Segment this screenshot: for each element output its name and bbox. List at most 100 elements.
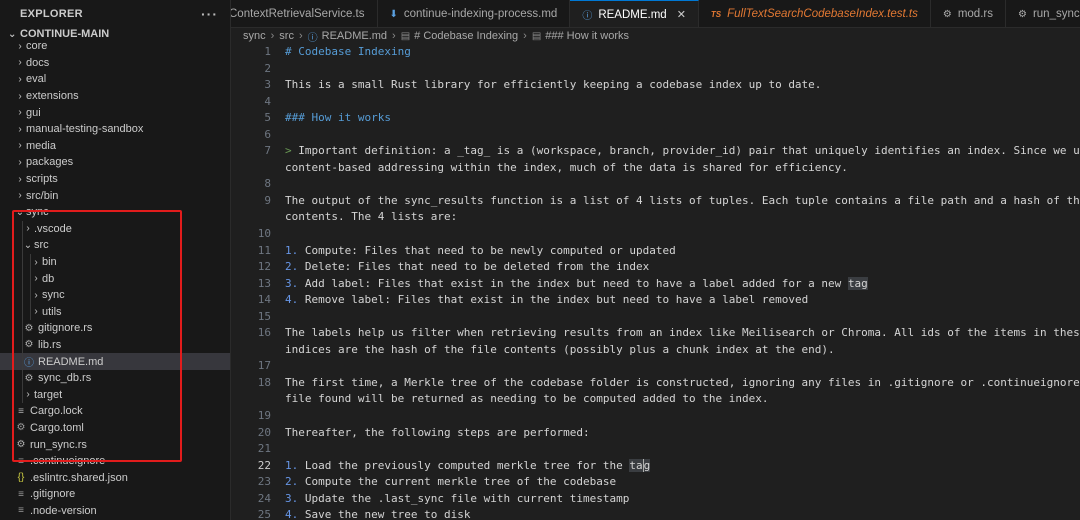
- tree-item-vscode[interactable]: › .vscode: [0, 220, 230, 238]
- list-number: 3.: [285, 276, 299, 290]
- breadcrumb-item[interactable]: sync: [243, 30, 266, 42]
- tree-item-scripts[interactable]: › scripts: [0, 171, 230, 188]
- text-file-icon: ≡: [18, 505, 24, 517]
- tab-label: mod.rs: [957, 8, 993, 20]
- tree-item-core[interactable]: › core: [0, 38, 230, 55]
- json-file-icon: {}: [17, 472, 25, 484]
- tree-item-bin[interactable]: › bin: [0, 253, 230, 271]
- tree-item-packages[interactable]: › packages: [0, 154, 230, 171]
- word-highlight: ta: [629, 458, 643, 472]
- list-number: 4.: [285, 508, 299, 520]
- tab-contextretrievalservice-ts[interactable]: ContextRetrievalService.ts: [231, 0, 378, 27]
- line-number: 17: [257, 359, 271, 373]
- tree-item-utils[interactable]: › utils: [0, 303, 230, 321]
- breadcrumb-item[interactable]: README.md: [322, 30, 387, 42]
- tree-item-node-version[interactable]: ≡ .node-version: [0, 503, 230, 520]
- rust-icon: ⚙: [1017, 8, 1027, 20]
- tab-readme-md[interactable]: ⓘ README.md ✕: [570, 0, 699, 27]
- line-number-blank: [231, 391, 271, 408]
- line-number: 10: [257, 227, 271, 241]
- tree-item-eval[interactable]: › eval: [0, 71, 230, 88]
- line-number: 14: [257, 293, 271, 307]
- tree-item-label: extensions: [26, 90, 79, 103]
- chevron-right-icon: ›: [34, 289, 38, 301]
- chevron-right-icon: ›: [26, 389, 30, 401]
- code-line: The first time, a Merkle tree of the cod…: [285, 375, 1080, 389]
- code-line: contents. The 4 lists are:: [285, 210, 458, 224]
- close-icon[interactable]: ✕: [677, 8, 686, 21]
- editor-content[interactable]: # Codebase Indexing This is a small Rust …: [285, 44, 1080, 520]
- list-number: 2.: [285, 475, 299, 489]
- explorer-header: EXPLORER ···: [0, 0, 230, 28]
- indent-guide: [22, 320, 23, 337]
- tree-item-lib-rs[interactable]: ⚙ lib.rs: [0, 336, 230, 354]
- line-number: 1: [264, 45, 271, 58]
- breadcrumb-item[interactable]: src: [279, 30, 294, 42]
- code-line: Thereafter, the following steps are perf…: [285, 425, 590, 439]
- code-line: 2. Delete: Files that need to be deleted…: [285, 260, 650, 274]
- tree-item-gitignore[interactable]: ≡ .gitignore: [0, 486, 230, 503]
- tab-run-sync-rs[interactable]: ⚙ run_sync.rs: [1006, 0, 1080, 27]
- tree-item-src-bin[interactable]: › src/bin: [0, 187, 230, 204]
- tab-fulltextsearchcodebaseindex-test-ts[interactable]: TS FullTextSearchCodebaseIndex.test.ts: [699, 0, 931, 27]
- tree-item-label: run_sync.rs: [30, 438, 87, 451]
- file-tree: › core › docs › eval › extensions › gui › manual-te…: [0, 38, 230, 519]
- tab-mod-rs[interactable]: ⚙ mod.rs: [931, 0, 1006, 27]
- code-line: This is a small Rust library for efficie…: [285, 78, 822, 92]
- tree-item-sync[interactable]: ⌄ sync: [0, 204, 230, 221]
- tree-item-docs[interactable]: › docs: [0, 55, 230, 72]
- indent-guide: [30, 286, 31, 304]
- code-line: The output of the sync_results function …: [285, 193, 1080, 207]
- tree-item-gitignore-rs[interactable]: ⚙ gitignore.rs: [0, 320, 230, 337]
- tree-item-continueignore[interactable]: ≡ .continueignore: [0, 453, 230, 470]
- code-line: file found will be returned as needing t…: [285, 392, 769, 406]
- more-actions-icon[interactable]: ···: [201, 6, 218, 22]
- chevron-right-icon: ›: [18, 40, 22, 52]
- tree-item-label: sync_db.rs: [38, 372, 92, 385]
- list-number: 4.: [285, 293, 299, 307]
- tree-item-media[interactable]: › media: [0, 138, 230, 155]
- indent-guide: [22, 253, 23, 271]
- tree-item-manual-testing-sandbox[interactable]: › manual-testing-sandbox: [0, 121, 230, 138]
- line-number: 18: [257, 375, 271, 389]
- breadcrumb-item[interactable]: ### How it works: [545, 30, 629, 42]
- indent-guide: [22, 286, 23, 304]
- tree-item-sync-db-rs[interactable]: ⚙ sync_db.rs: [0, 369, 230, 387]
- chevron-right-icon: ›: [392, 30, 396, 42]
- line-number-blank: [231, 342, 271, 359]
- tab-continue-indexing-process-md[interactable]: ⬇ continue-indexing-process.md: [378, 0, 571, 27]
- text-file-icon: ≡: [18, 455, 24, 467]
- tree-item-label: sync: [26, 206, 49, 219]
- tree-item-extensions[interactable]: › extensions: [0, 88, 230, 105]
- tree-item-readme-md[interactable]: ⓘ README.md: [0, 353, 230, 370]
- code-editor[interactable]: 1 2 3 4 5 6 7 8 9 10 11 12 13 14 15 16 17 18 19 20 21 22 23 24 2…: [231, 44, 1080, 520]
- tree-item-gui[interactable]: › gui: [0, 104, 230, 121]
- tree-item-label: .continueignore: [30, 455, 106, 468]
- indent-guide: [22, 303, 23, 321]
- tree-item-cargo-lock[interactable]: ≡ Cargo.lock: [0, 403, 230, 420]
- tree-item-target[interactable]: › target: [0, 386, 230, 404]
- indent-guide: [22, 237, 23, 254]
- tree-item-label: gui: [26, 106, 41, 119]
- breadcrumb-item[interactable]: # Codebase Indexing: [414, 30, 518, 42]
- tree-item-label: packages: [26, 156, 74, 169]
- rust-file-icon: ⚙: [16, 439, 26, 451]
- code-line: ### How it works: [285, 111, 391, 125]
- line-number: 9: [264, 193, 271, 207]
- list-number: 2.: [285, 260, 299, 274]
- tree-item-cargo-toml[interactable]: ⚙ Cargo.toml: [0, 420, 230, 437]
- line-number: 5: [264, 111, 271, 125]
- tree-item-sync[interactable]: › sync: [0, 286, 230, 304]
- tree-item-run-sync-rs[interactable]: ⚙ run_sync.rs: [0, 436, 230, 453]
- chevron-right-icon: ›: [34, 273, 38, 285]
- tree-item-label: db: [42, 272, 55, 285]
- tree-item-src[interactable]: ⌄ src: [0, 237, 230, 254]
- line-number: 7: [264, 144, 271, 158]
- code-line: indices are the hash of the file content…: [285, 342, 835, 356]
- tree-item-db[interactable]: › db: [0, 270, 230, 287]
- tree-item-eslintrc-shared-json[interactable]: {} .eslintrc.shared.json: [0, 469, 230, 486]
